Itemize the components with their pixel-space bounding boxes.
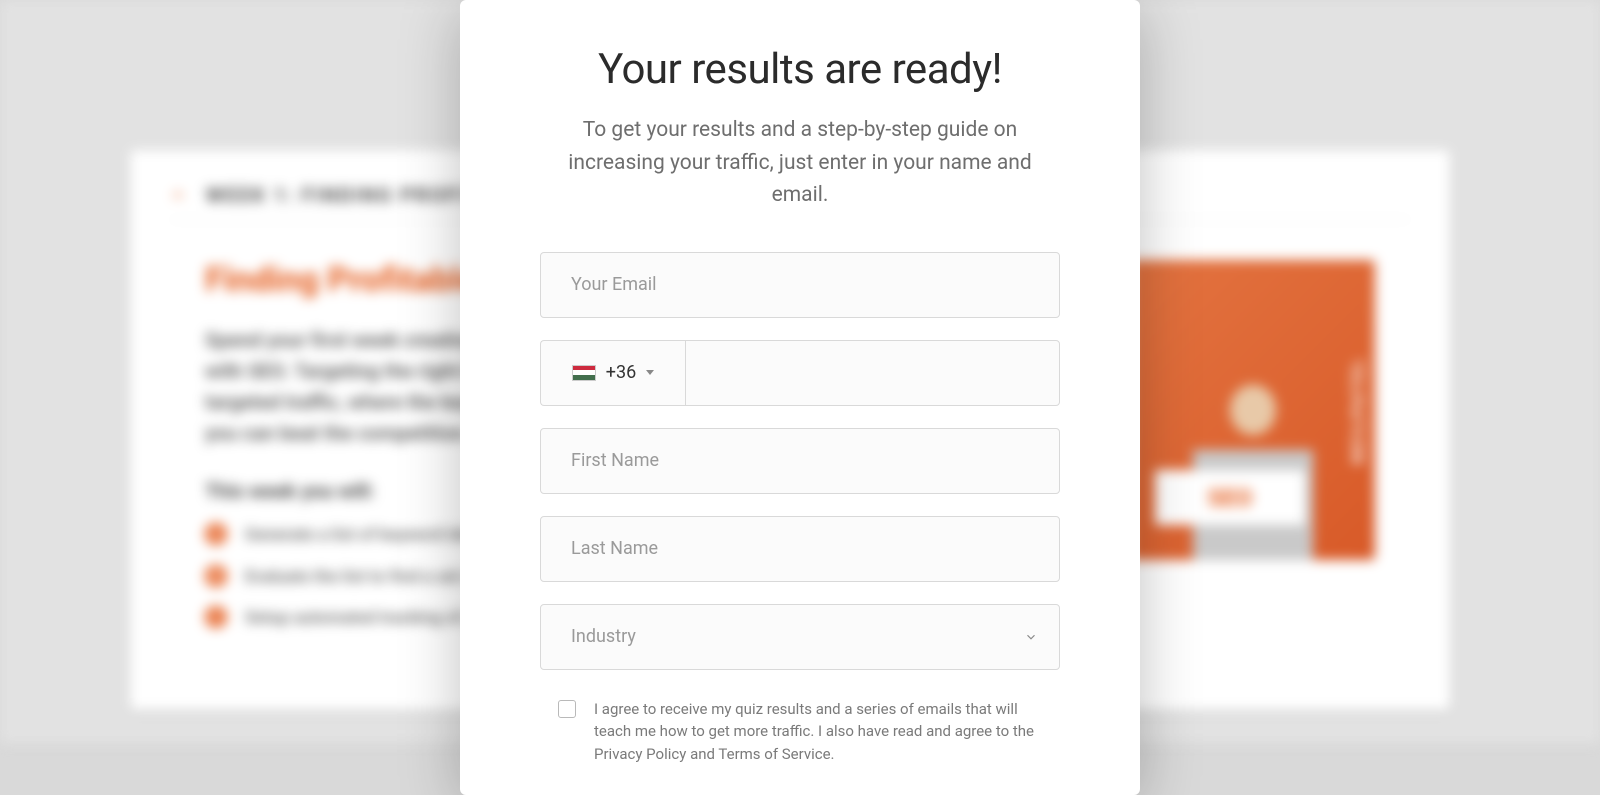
industry-placeholder: Industry: [571, 626, 636, 647]
promo-card: SEO NEILPATEL: [1130, 260, 1375, 560]
dial-code: +36: [606, 362, 636, 383]
modal-subtitle: To get your results and a step-by-step g…: [540, 114, 1060, 212]
results-modal: Your results are ready! To get your resu…: [460, 0, 1140, 795]
email-input[interactable]: [540, 252, 1060, 318]
phone-row: +36: [540, 340, 1060, 406]
industry-select[interactable]: Industry: [540, 604, 1060, 670]
list-text: Generate a list of keyword ideas.: [245, 523, 493, 549]
phone-input[interactable]: [685, 340, 1060, 406]
chevron-up-icon: [170, 187, 186, 203]
promo-brand: SEO: [1208, 484, 1253, 512]
first-name-input[interactable]: [540, 428, 1060, 494]
consent-row: I agree to receive my quiz results and a…: [540, 698, 1060, 766]
promo-name: NEILPATEL: [1348, 356, 1367, 463]
country-code-select[interactable]: +36: [540, 340, 685, 406]
modal-title: Your results are ready!: [540, 45, 1060, 94]
bullet-c: C: [205, 606, 227, 628]
flag-hungary-icon: [572, 365, 596, 381]
bullet-b: B: [205, 565, 227, 587]
last-name-input[interactable]: [540, 516, 1060, 582]
person-graphic: [1178, 360, 1328, 560]
bullet-a: A: [205, 523, 227, 545]
consent-text: I agree to receive my quiz results and a…: [594, 698, 1050, 766]
promo-sign: SEO: [1155, 470, 1305, 525]
consent-checkbox[interactable]: [558, 700, 576, 718]
industry-select-wrap: Industry: [540, 604, 1060, 670]
chevron-down-icon: [646, 370, 654, 375]
